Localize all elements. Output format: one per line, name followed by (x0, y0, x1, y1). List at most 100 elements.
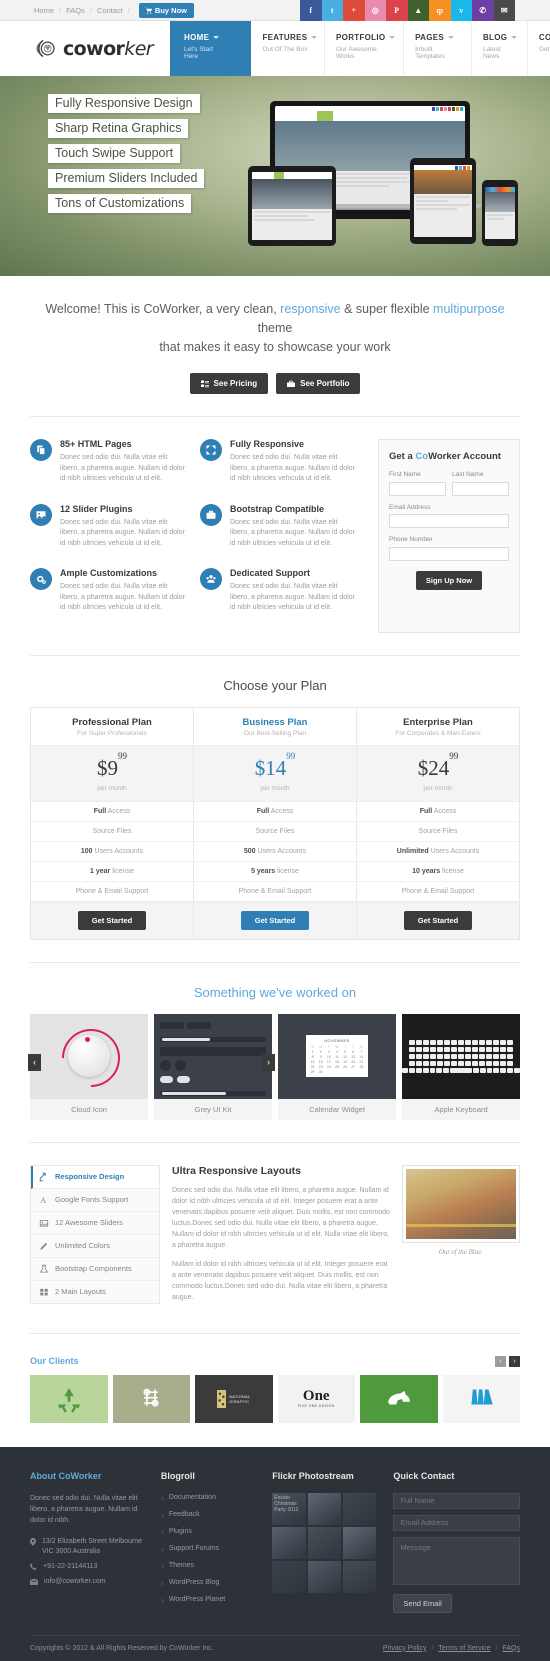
twitter-icon[interactable]: t (321, 0, 343, 21)
tab-google-fonts-support[interactable]: A Google Fonts Support (31, 1188, 159, 1212)
portfolio-item[interactable]: NOVEMBER S M T W T F S 1 2 3 4 5 6 7 8 9 10 11 12 13 14 15 16 1… (278, 1013, 396, 1120)
email-input[interactable] (389, 514, 509, 528)
flickr-photo[interactable] (272, 1560, 306, 1593)
get-started-button[interactable]: Get Started (240, 910, 310, 930)
responsive-link[interactable]: responsive (280, 302, 340, 316)
nav-item-features[interactable]: FEATURES Out Of The Box (251, 21, 326, 76)
flickr-photo[interactable] (272, 1526, 306, 1559)
get-started-button[interactable]: Get Started (77, 910, 147, 930)
nav-item-portfolio[interactable]: PORTFOLIO Our Awesome Works (325, 21, 405, 76)
blogroll-item[interactable]: WordPress Planet (161, 1595, 258, 1605)
clients-next-button[interactable]: › (509, 1355, 520, 1367)
contact-email-input[interactable] (393, 1514, 520, 1531)
nav-item-contact[interactable]: CONTACT Get In Touch (528, 21, 550, 76)
android-icon[interactable]: ▲ (407, 0, 429, 21)
clients-prev-button[interactable]: ‹ (495, 1355, 506, 1367)
blogroll-item[interactable]: Feedback (161, 1510, 258, 1520)
hero-tag-list: Fully Responsive Design Sharp Retina Grap… (48, 94, 205, 219)
portfolio-next-button[interactable]: › (262, 1053, 275, 1071)
sign-up-button[interactable]: Sign Up Now (415, 570, 483, 590)
footer-about-text: Donec sed odio dui. Nulla vitae elit lib… (30, 1494, 138, 1524)
envelope-icon (30, 1578, 38, 1585)
welcome-text: Welcome! This is CoWorker, a very clean,… (30, 300, 520, 357)
phone-icon[interactable]: ✆ (472, 0, 494, 21)
top-link-contact[interactable]: Contact (97, 6, 123, 15)
pinterest-icon[interactable]: P (386, 0, 408, 21)
get-started-button[interactable]: Get Started (403, 910, 473, 930)
top-bar-links: Home / FAQs / Contact / Buy Now (34, 2, 195, 18)
tab-12-awesome-sliders[interactable]: 12 Awesome Sliders (31, 1211, 159, 1235)
copyright-bar: Copyrights © 2012 & All Rights Reserved … (30, 1634, 520, 1661)
email-icon[interactable]: ✉ (493, 0, 515, 21)
tab-label: Unlimited Colors (55, 1241, 111, 1250)
flickr-photo[interactable] (342, 1492, 377, 1525)
nav-item-blog[interactable]: BLOG Latest News (472, 21, 528, 76)
portfolio-item[interactable]: Apple Keyboard (402, 1013, 520, 1120)
last-name-input[interactable] (452, 481, 509, 496)
footer-link-faqs[interactable]: FAQs (502, 1645, 520, 1652)
flickr-photo[interactable] (307, 1560, 341, 1593)
contact-name-input[interactable] (393, 1492, 520, 1509)
flickr-photo[interactable] (307, 1492, 341, 1525)
clients-nav: ‹ › (495, 1355, 520, 1367)
contact-message-textarea[interactable] (393, 1536, 520, 1585)
footer-link-terms-of-service[interactable]: Terms of Service (438, 1645, 490, 1652)
logo-italic: ker (124, 37, 154, 60)
blogroll-item[interactable]: Documentation (161, 1493, 258, 1503)
phone-input[interactable] (389, 546, 509, 561)
portfolio-item[interactable]: Cloud Icon (30, 1013, 148, 1120)
logo[interactable]: coworker (35, 21, 154, 76)
national-giraffic-logo[interactable]: NATIONAL GIRAFFIC (195, 1374, 273, 1423)
feature-item: Dedicated Support Donec sed odio dui. Nul… (200, 568, 370, 614)
pillars-logo[interactable] (442, 1374, 520, 1423)
rss-icon[interactable]: ȹ (429, 0, 451, 21)
nav-item-pages[interactable]: PAGES Inbuilt Templates (404, 21, 472, 76)
first-name-input[interactable] (389, 481, 446, 496)
buy-now-button[interactable]: Buy Now (138, 2, 195, 18)
see-pricing-button[interactable]: See Pricing (189, 373, 269, 394)
welcome-buttons: See Pricing See Portfolio (30, 373, 520, 394)
blogroll-item[interactable]: WordPress Blog (161, 1578, 258, 1588)
tab-bootstrap-components[interactable]: Bootstrap Components (31, 1257, 159, 1281)
tab-unlimited-colors[interactable]: Unlimited Colors (31, 1234, 159, 1258)
pricing-title: Choose your Plan (223, 677, 327, 693)
flickr-photo[interactable] (342, 1526, 377, 1559)
blogroll-item[interactable]: Themes (161, 1561, 258, 1571)
flickr-photo[interactable]: Envato Christmas Party 2012 (272, 1492, 306, 1525)
portfolio-item[interactable]: Grey UI Kit (154, 1013, 272, 1120)
about-title-b: Worker (70, 1470, 102, 1481)
rhino-logo[interactable] (360, 1374, 438, 1423)
one-logo[interactable]: One FIVE ONE DESIGN (277, 1374, 355, 1423)
send-email-button[interactable]: Send Email (393, 1593, 452, 1613)
tab-responsive-design[interactable]: Responsive Design (31, 1165, 159, 1189)
flickr-photo[interactable] (307, 1526, 341, 1559)
features-section: 85+ HTML Pages Donec sed odio dui. Nulla … (30, 439, 520, 633)
vimeo-icon[interactable]: v (450, 0, 472, 21)
facebook-icon[interactable]: f (300, 0, 322, 21)
footer-link-privacy-policy[interactable]: Privacy Policy (383, 1645, 427, 1652)
separator: / (59, 5, 62, 15)
multipurpose-link[interactable]: multipurpose (433, 302, 505, 316)
tab-heading: Ultra Responsive Layouts (172, 1164, 301, 1177)
knot-logo[interactable] (112, 1374, 190, 1423)
list-icon (200, 380, 209, 387)
recycle-logo[interactable] (30, 1374, 108, 1423)
footer-columns: About CoWorker Donec sed odio dui. Nulla… (30, 1471, 520, 1613)
feature-item: Ample Customizations Donec sed odio dui. … (30, 568, 200, 614)
top-link-home[interactable]: Home (34, 6, 54, 15)
see-portfolio-button[interactable]: See Portfolio (276, 373, 361, 394)
dribbble-icon[interactable]: ◎ (364, 0, 386, 21)
blogroll-item[interactable]: Support Forums (161, 1544, 258, 1554)
pricing-table: Professional Plan For Super Professionals… (30, 706, 520, 940)
google-plus-icon[interactable]: + (343, 0, 365, 21)
footer-email[interactable]: info@coworker.com (44, 1577, 106, 1587)
blogroll-item[interactable]: Plugins (161, 1527, 258, 1537)
welcome-line2: that makes it easy to showcase your work (159, 340, 391, 354)
portfolio-prev-button[interactable]: ‹ (28, 1053, 41, 1071)
footer-contact-title: Quick Contact (393, 1470, 455, 1481)
nav-item-home[interactable]: HOME Let's Start Here (170, 21, 252, 76)
tab-2-main-layouts[interactable]: 2 Main Layouts (31, 1280, 159, 1303)
flickr-photo[interactable] (342, 1560, 377, 1593)
top-link-faqs[interactable]: FAQs (66, 6, 85, 15)
divider (30, 1141, 520, 1143)
